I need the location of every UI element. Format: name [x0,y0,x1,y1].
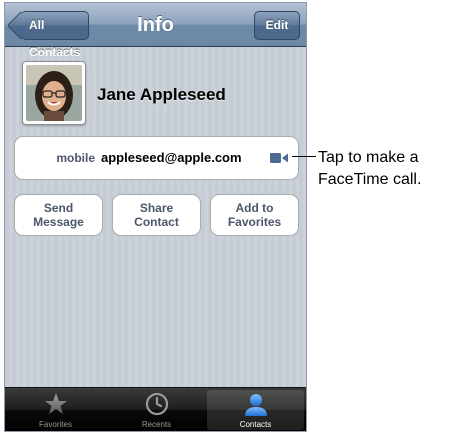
tab-favorites-label: Favorites [39,420,72,429]
phone-screen: Info All Contacts Edit Jane Appleseed mo… [4,2,307,432]
facetime-video-icon[interactable] [270,152,288,164]
send-message-line2: Message [33,215,84,229]
callout-pointer-line [292,156,316,157]
tab-favorites[interactable]: Favorites [7,390,104,430]
add-to-favorites-line1: Add to [235,201,274,215]
facetime-callout: Tap to make a FaceTime call. [318,147,421,191]
tab-contacts-label: Contacts [239,420,272,429]
contact-photo[interactable] [22,61,86,125]
send-message-button[interactable]: Send Message [14,194,103,236]
contact-name: Jane Appleseed [97,85,226,104]
send-message-line1: Send [43,201,74,215]
info-label: mobile [56,151,95,165]
add-to-favorites-button[interactable]: Add to Favorites [210,194,299,236]
edit-button[interactable]: Edit [254,11,300,40]
info-value: appleseed@apple.com [101,150,242,165]
tab-contacts[interactable]: Contacts [207,390,304,430]
callout-line1: Tap to make a [318,149,419,166]
callout-line2: FaceTime call. [318,171,422,188]
contact-photo-image [26,65,82,121]
share-contact-line1: Share [139,201,174,215]
person-icon [244,394,267,416]
tab-bar: Favorites Recents Contacts [5,387,306,431]
navigation-bar: Info All Contacts Edit [5,3,306,59]
tab-recents-label: Recents [141,420,172,429]
mobile-info-row[interactable]: mobile appleseed@apple.com [14,136,299,180]
share-contact-line2: Contact [134,215,179,229]
tab-recents[interactable]: Recents [108,390,205,430]
all-contacts-back-button[interactable]: All Contacts [21,11,90,59]
add-to-favorites-line2: Favorites [227,215,282,229]
clock-icon [145,392,168,416]
share-contact-button[interactable]: Share Contact [112,194,201,236]
star-icon [44,393,67,414]
